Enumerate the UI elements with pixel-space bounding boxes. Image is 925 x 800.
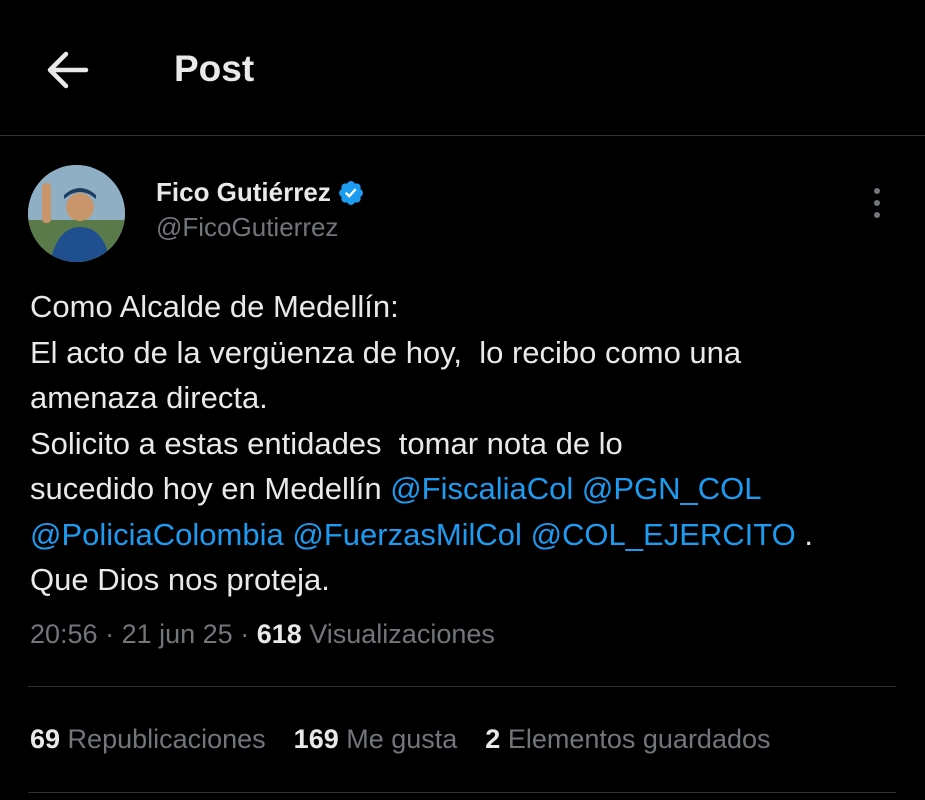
avatar-image — [28, 165, 125, 262]
more-vertical-icon — [874, 188, 880, 218]
author-handle[interactable]: @FicoGutierrez — [156, 212, 338, 243]
reposts-label: Republicaciones — [60, 724, 266, 754]
tweet-line: Solicito a estas entidades tomar nota de… — [30, 421, 910, 467]
page-title: Post — [174, 48, 255, 89]
tweet-time[interactable]: 20:56 — [30, 619, 98, 649]
bookmarks-label: Elementos guardados — [500, 724, 771, 754]
divider — [28, 686, 896, 687]
mention-link[interactable]: @PGN_COL — [582, 471, 762, 506]
mention-link[interactable]: @COL_EJERCITO — [531, 517, 796, 552]
views-count: 618 — [256, 619, 302, 649]
tweet-date[interactable]: 21 jun 25 — [122, 619, 233, 649]
meta-separator: · — [97, 619, 122, 649]
tweet-line: Como Alcalde de Medellín: — [30, 284, 910, 330]
likes-stat[interactable]: 169 Me gusta — [294, 724, 458, 755]
reposts-stat[interactable]: 69 Republicaciones — [30, 724, 266, 755]
tweet-line: @PoliciaColombia @FuerzasMilCol @COL_EJE… — [30, 512, 910, 558]
author-name[interactable]: Fico Gutiérrez — [156, 177, 331, 208]
views-label: Visualizaciones — [301, 619, 495, 649]
tweet-text-segment: Que Dios nos proteja. — [30, 562, 330, 597]
tweet-text-segment: Como Alcalde de Medellín: — [30, 289, 399, 324]
mention-link[interactable]: @PoliciaColombia — [30, 517, 284, 552]
tweet-text-segment — [573, 471, 582, 506]
tweet-text-segment: El acto de la vergüenza de hoy, lo recib… — [30, 334, 742, 370]
tweet-meta: 20:56 · 21 jun 25 · 618 Visualizaciones — [30, 619, 495, 650]
tweet-line: Que Dios nos proteja. — [30, 557, 910, 603]
mention-link[interactable]: @FiscaliaCol — [390, 471, 573, 506]
tweet-text-segment: . — [795, 516, 813, 552]
tweet-line: sucedido hoy en Medellín @FiscaliaCol @P… — [30, 466, 910, 512]
bookmarks-stat[interactable]: 2 Elementos guardados — [485, 724, 770, 755]
divider — [28, 792, 896, 793]
arrow-left-icon — [47, 51, 89, 89]
likes-label: Me gusta — [338, 724, 458, 754]
reposts-count: 69 — [30, 724, 61, 754]
back-button[interactable] — [44, 46, 92, 94]
tweet-text: Como Alcalde de Medellín: El acto de la v… — [30, 284, 910, 603]
tweet-text-segment: sucedido hoy en Medellín — [30, 471, 391, 506]
tweet-text-segment — [522, 517, 531, 552]
engagement-stats: 69 Republicaciones 169 Me gusta 2 Elemen… — [30, 724, 799, 755]
likes-count: 169 — [293, 724, 339, 754]
tweet-line: El acto de la vergüenza de hoy, lo recib… — [30, 330, 910, 376]
tweet-text-segment: amenaza directa. — [30, 380, 268, 415]
more-options-button[interactable] — [860, 185, 894, 221]
top-bar: Post — [0, 0, 925, 136]
tweet-text-segment: Solicito a estas entidades tomar nota de… — [30, 425, 623, 461]
verified-badge-icon — [338, 180, 363, 205]
bookmarks-count: 2 — [485, 724, 501, 754]
mention-link[interactable]: @FuerzasMilCol — [292, 517, 522, 552]
tweet-line: amenaza directa. — [30, 375, 910, 421]
avatar[interactable] — [28, 165, 125, 262]
meta-separator: · — [232, 619, 257, 649]
author-name-row: Fico Gutiérrez — [156, 177, 365, 208]
